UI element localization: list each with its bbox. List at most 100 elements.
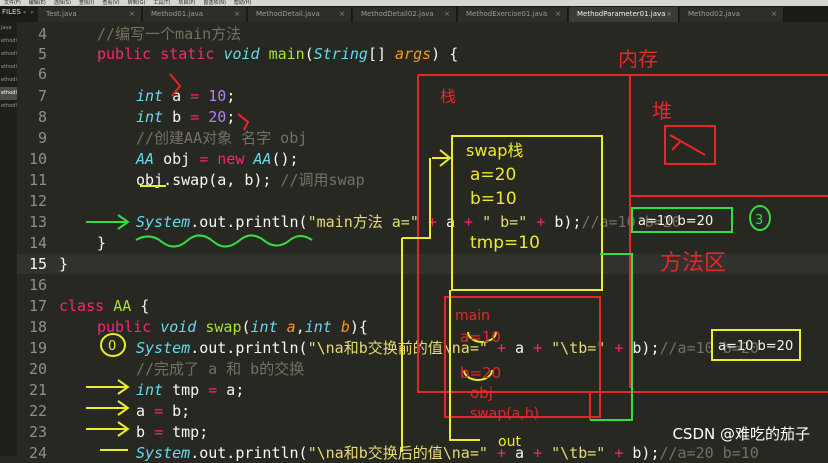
- code-line-14: }: [97, 234, 107, 252]
- sidebar-item[interactable]: Java: [0, 22, 17, 35]
- line-number: 23: [28, 423, 47, 441]
- code-string: "\tb=": [551, 444, 606, 462]
- heap-object-scribble: [669, 134, 706, 156]
- tab-bar: FILES ◂ ▸ Test.java × Method01.java × Meth…: [0, 6, 828, 22]
- code-comment: //a=10 b=20: [581, 213, 681, 231]
- step-0-label: 0: [108, 339, 116, 354]
- green-arrow-13: [86, 214, 130, 230]
- code-string: "\na和b交换前的值\na=": [307, 339, 488, 357]
- code-line-7: int a = 10;: [136, 87, 236, 105]
- heap-object-box: [664, 125, 716, 165]
- close-icon[interactable]: ×: [555, 7, 561, 22]
- code-line-22: a = b;: [136, 402, 191, 420]
- close-icon[interactable]: ×: [339, 7, 345, 22]
- code-string: "\na和b交换后的值\na=": [307, 444, 488, 462]
- tab-nav-arrows-icon[interactable]: ◂ ▸: [22, 8, 35, 16]
- line-number: 8: [37, 108, 47, 126]
- tab-methoddetail02[interactable]: MethodDetail02.java ×: [353, 7, 457, 22]
- sidebar-item[interactable]: ethodl: [0, 48, 17, 61]
- line-number: 9: [37, 129, 47, 147]
- tab-methodexercise01[interactable]: MethodExercise01.java ×: [458, 7, 568, 22]
- sidebar-item[interactable]: ethodl: [0, 35, 17, 48]
- line-number: 17: [28, 297, 47, 315]
- tab-label: Method02.java: [688, 10, 741, 18]
- code-line-4: //编写一个main方法: [97, 24, 241, 44]
- code-string: "\tb=": [551, 339, 606, 357]
- tab-label: MethodExercise01.java: [466, 10, 548, 18]
- memory-labels: 内存 栈 堆 方法区 main: [440, 47, 726, 324]
- sidebar-item-selected[interactable]: ethodl: [0, 87, 17, 100]
- code-line-9: //创建AA对象 名字 obj: [136, 128, 307, 148]
- step-3-label: 3: [755, 213, 763, 228]
- tab-label: MethodDetail02.java: [361, 10, 434, 18]
- tab-methoddetail[interactable]: MethodDetail.java ×: [248, 7, 352, 22]
- code-comment: //a=10 b=20: [659, 339, 759, 357]
- tab-label: Test.java: [46, 10, 77, 18]
- swap-call-label: swap(a,b): [470, 406, 539, 422]
- line-number: 4: [37, 25, 47, 43]
- green-wave: [135, 234, 313, 248]
- code-comment: //编写一个main方法: [97, 25, 242, 43]
- swap-a-value: a=20: [470, 165, 516, 185]
- code-line-8: int b = 20;: [136, 108, 236, 126]
- watermark: CSDN @难吃的茄子: [672, 425, 810, 443]
- code-line-20: //完成了 a 和 b的交换: [136, 359, 304, 379]
- code-line-23: b = tmp;: [136, 423, 209, 441]
- main-b-value: b=20: [460, 364, 501, 382]
- arrow-to-swap: [432, 149, 452, 167]
- sidebar-item[interactable]: ethodl: [0, 100, 17, 113]
- file-sidebar: Java ethodl ethodl ethodl ethodl ethodl …: [0, 22, 17, 456]
- line-number: 11: [28, 171, 47, 189]
- line-number: 22: [28, 402, 47, 420]
- close-icon[interactable]: ×: [444, 7, 450, 22]
- step-3-circle: [749, 205, 772, 231]
- line-number: 7: [37, 87, 47, 105]
- code-line-5: public static void main(String[] args) {: [97, 45, 459, 63]
- code-line-15: }: [59, 255, 69, 273]
- tab-label: MethodDetail.java: [256, 10, 320, 18]
- close-icon[interactable]: ×: [234, 7, 240, 22]
- step-arrow-21: [86, 379, 130, 395]
- code-string: " b=": [482, 213, 528, 231]
- line-number: 20: [28, 360, 47, 378]
- sidebar-item[interactable]: ethodl: [0, 61, 17, 74]
- line-number: 13: [28, 213, 47, 231]
- step-arrow-23: [86, 421, 130, 437]
- files-label: FILES: [2, 8, 21, 16]
- heap-label: 堆: [652, 99, 672, 123]
- line-number: 5: [37, 45, 47, 63]
- current-line-highlight: [17, 254, 828, 274]
- main-b-circle: [463, 369, 493, 381]
- code-line-11: obj.swap(a, b); //调用swap: [136, 171, 365, 189]
- line-number: 10: [28, 150, 47, 168]
- stack-label: 栈: [440, 87, 456, 106]
- tab-label: Method01.java: [151, 10, 204, 18]
- close-icon[interactable]: ×: [129, 7, 135, 22]
- memory-label: 内存: [618, 47, 658, 71]
- line-number: 21: [28, 381, 47, 399]
- close-icon[interactable]: ×: [771, 7, 777, 22]
- code-comment: //完成了 a 和 b的交换: [136, 360, 305, 378]
- tab-methodparameter01[interactable]: MethodParameter01.java ×: [569, 7, 679, 22]
- swap-tmp-value: tmp=10: [470, 233, 540, 253]
- line-number: 12: [28, 192, 47, 210]
- code-line-19: System.out.println("\na和b交换前的值\na=" + a …: [136, 339, 759, 357]
- code-line-21: int tmp = a;: [136, 381, 245, 399]
- swap-b-value: b=10: [470, 189, 517, 209]
- main-label: main: [455, 308, 490, 324]
- line-number: 24: [28, 444, 47, 462]
- tab-method01[interactable]: Method01.java ×: [143, 7, 247, 22]
- code-line-13: System.out.println("main方法 a=" + a + " b…: [136, 213, 681, 231]
- code-line-10: AA obj = new AA();: [136, 150, 299, 168]
- swap-stack-label: swap栈: [466, 141, 523, 160]
- line-number-current: 15: [28, 255, 47, 273]
- tab-test[interactable]: Test.java ×: [38, 7, 142, 22]
- main-obj-label: obj: [470, 384, 493, 402]
- green-return-path: [590, 253, 633, 421]
- step-arrow-22: [86, 400, 130, 416]
- sidebar-item[interactable]: ethodl: [0, 74, 17, 87]
- code-comment: //创建AA对象 名字 obj: [136, 129, 308, 147]
- tab-method02[interactable]: Method02.java ×: [680, 7, 784, 22]
- close-icon[interactable]: ×: [666, 7, 672, 22]
- line-number: 18: [28, 318, 47, 336]
